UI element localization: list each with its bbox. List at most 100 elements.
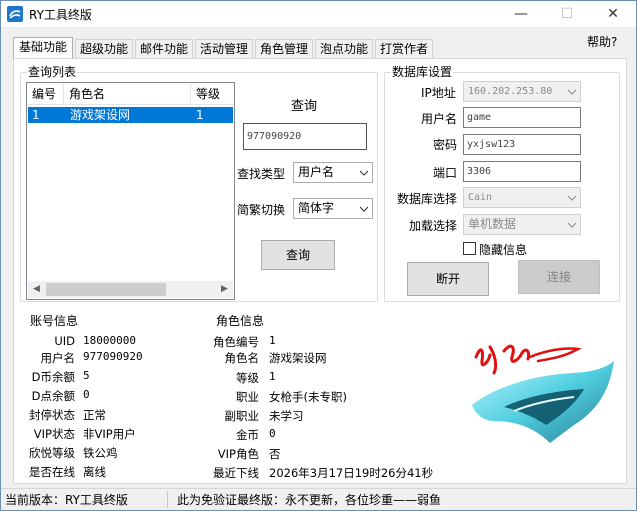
horizontal-scrollbar[interactable]: ◀ ▶: [28, 281, 233, 298]
account-info-group: 账号信息 UID 18000000 用户名 977090920 D币余额 5 D…: [20, 314, 200, 479]
db-port-input[interactable]: 3306: [463, 161, 581, 182]
account-joy-label: 欣悦等级: [29, 446, 75, 460]
db-user-label: 用户名: [421, 112, 458, 126]
load-select[interactable]: 单机数据: [463, 214, 581, 235]
signature-icon: [474, 344, 582, 375]
role-subjob-label: 副职业: [224, 409, 260, 423]
tab-donate[interactable]: 打赏作者: [375, 39, 433, 59]
role-name-value: 游戏架设网: [269, 351, 327, 365]
tab-activity[interactable]: 活动管理: [195, 39, 253, 59]
load-value: 单机数据: [468, 217, 517, 231]
maximize-icon: ☐: [560, 6, 574, 22]
tab-basic[interactable]: 基础功能: [13, 37, 73, 59]
ip-value: 160.202.253.80: [468, 86, 553, 97]
tab-mail[interactable]: 邮件功能: [135, 39, 193, 59]
status-divider: [167, 491, 168, 508]
role-lastlogout-label: 最近下线: [213, 466, 259, 480]
version-text: 当前版本：RY工具终版: [5, 493, 128, 507]
account-ban-label: 封停状态: [29, 408, 75, 422]
account-username-value: 977090920: [83, 350, 143, 363]
close-icon: ✕: [607, 6, 619, 22]
tab-panel-basic: 查询列表 编号 角色名 等级 1 游戏架设网 1 ◀ ▶ 查询 97709092…: [13, 58, 627, 484]
window-title: RY工具终版: [29, 8, 92, 22]
account-online-value: 离线: [83, 465, 106, 479]
close-button[interactable]: ✕: [590, 1, 636, 27]
hide-info-checkbox[interactable]: [463, 242, 476, 255]
db-password-input[interactable]: yxjsw123: [463, 134, 581, 155]
convert-select[interactable]: 简体字: [293, 198, 373, 219]
db-password-label: 密码: [433, 138, 458, 152]
account-vip-value: 非VIP用户: [83, 427, 136, 441]
role-id-value: 1: [269, 334, 276, 347]
result-listview[interactable]: 编号 角色名 等级 1 游戏架设网 1 ◀ ▶: [26, 82, 235, 300]
tab-bubble[interactable]: 泡点功能: [315, 39, 373, 59]
chevron-down-icon: [360, 206, 368, 212]
row-id: 1: [32, 108, 40, 122]
main-window: RY工具终版 — ☐ ✕ 基础功能 超级功能 邮件功能 活动管理 角色管理 泡点…: [0, 0, 637, 511]
column-level[interactable]: 等级: [191, 83, 234, 105]
search-type-select[interactable]: 用户名: [293, 162, 373, 183]
ip-select[interactable]: 160.202.253.80: [463, 81, 581, 102]
app-icon: [7, 6, 23, 22]
role-id-label: 角色编号: [213, 335, 259, 349]
account-dpoint-value: 0: [83, 388, 90, 401]
db-select-value: Cain: [468, 192, 493, 203]
query-list-title: 查询列表: [27, 65, 78, 79]
account-dcoin-value: 5: [83, 369, 90, 382]
query-button[interactable]: 查询: [261, 240, 335, 270]
tab-role[interactable]: 角色管理: [255, 39, 313, 59]
role-gold-label: 金币: [236, 428, 259, 442]
db-user-input[interactable]: game: [463, 107, 581, 128]
scroll-thumb[interactable]: [46, 283, 166, 296]
role-gold-value: 0: [269, 427, 276, 440]
connect-button[interactable]: 连接: [518, 260, 600, 294]
title-bar[interactable]: RY工具终版 — ☐ ✕: [1, 1, 636, 27]
role-job-label: 职业: [236, 390, 259, 404]
help-link[interactable]: 帮助?: [587, 33, 617, 50]
query-input[interactable]: 977090920: [243, 123, 367, 150]
status-bar: 当前版本：RY工具终版 此为免验证最终版：永不更新，各位珍重——弱鱼: [1, 488, 636, 510]
column-name[interactable]: 角色名: [64, 83, 191, 105]
role-level-value: 1: [269, 370, 276, 383]
chevron-down-icon: [568, 222, 576, 228]
table-row[interactable]: 1 游戏架设网 1: [28, 107, 233, 123]
role-vip-label: VIP角色: [217, 447, 259, 461]
account-joy-value: 铁公鸡: [83, 446, 118, 460]
query-title: 查询: [291, 99, 318, 114]
hide-info-label[interactable]: 隐藏信息: [479, 241, 527, 258]
disconnect-button[interactable]: 断开: [407, 262, 489, 296]
db-select-label: 数据库选择: [397, 192, 458, 206]
notice-text: 此为免验证最终版：永不更新，各位珍重——弱鱼: [177, 493, 442, 507]
maximize-button[interactable]: ☐: [544, 1, 590, 27]
listview-header: 编号 角色名 等级: [27, 83, 234, 105]
role-vip-value: 否: [269, 447, 281, 461]
load-label: 加载选择: [409, 219, 458, 233]
minimize-button[interactable]: —: [498, 1, 544, 27]
role-info-group: 角色信息 角色编号 1 角色名 游戏架设网 等级 1 职业 女枪手(未专职) 副…: [202, 314, 442, 480]
account-uid-value: 18000000: [83, 334, 136, 347]
role-lastlogout-value: 2026年3月17日19时26分41秒: [269, 466, 434, 480]
role-subjob-value: 未学习: [269, 409, 304, 423]
chevron-down-icon: [360, 170, 368, 176]
scroll-right-icon[interactable]: ▶: [216, 281, 233, 298]
account-ban-value: 正常: [83, 408, 106, 422]
role-name-label: 角色名: [224, 351, 260, 365]
account-uid-label: UID: [54, 334, 75, 348]
convert-value: 简体字: [298, 201, 335, 215]
db-port-label: 端口: [433, 166, 458, 180]
column-id[interactable]: 编号: [27, 83, 64, 105]
search-type-value: 用户名: [298, 165, 335, 179]
scroll-left-icon[interactable]: ◀: [28, 281, 45, 298]
search-type-label: 查找类型: [237, 167, 286, 181]
db-settings-group: 数据库设置 IP地址 160.202.253.80 用户名 game 密码 yx…: [384, 65, 620, 302]
ip-label: IP地址: [421, 86, 456, 100]
query-list-group: 查询列表 编号 角色名 等级 1 游戏架设网 1 ◀ ▶ 查询 97709092…: [20, 65, 378, 302]
convert-label: 简繁切换: [237, 203, 286, 217]
role-job-value: 女枪手(未专职): [269, 390, 347, 404]
db-settings-title: 数据库设置: [391, 65, 454, 79]
account-online-label: 是否在线: [29, 465, 75, 479]
account-dpoint-label: D点余额: [31, 389, 75, 403]
chevron-down-icon: [568, 89, 576, 95]
tab-super[interactable]: 超级功能: [75, 39, 133, 59]
db-select[interactable]: Cain: [463, 187, 581, 208]
